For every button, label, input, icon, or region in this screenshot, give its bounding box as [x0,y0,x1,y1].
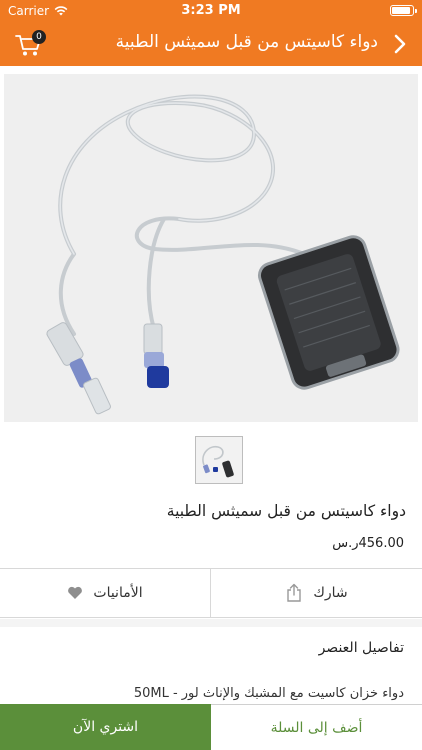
back-button[interactable] [390,32,410,56]
battery-fill [392,7,411,14]
cart-button[interactable]: 0 [14,30,48,58]
status-time: 3:23 PM [181,3,241,18]
cart-count-badge: 0 [32,30,46,44]
page-title: دواء كاسيتس من قبل سميثس الطبية [115,32,378,52]
action-row: الأمانيات شارك [0,568,422,618]
product-thumbnail[interactable] [195,436,243,484]
heart-icon [68,586,83,599]
product-photo [4,74,418,422]
product-image[interactable] [4,74,418,422]
share-icon [287,583,302,602]
nav-bar: 0 دواء كاسيتس من قبل سميثس الطبية [0,22,422,66]
share-label: شارك [313,585,348,601]
section-divider [0,619,422,627]
wishlist-button[interactable]: الأمانيات [0,569,211,617]
buy-now-button[interactable]: اشتري الآن [0,704,211,750]
wishlist-label: الأمانيات [93,585,143,601]
battery-icon [390,5,417,16]
bottom-bar: اشتري الآن أضف إلى السلة [0,704,422,750]
thumbnail-image [196,437,242,483]
item-description: دواء خزان كاسيت مع المشبك والإناث لور - … [133,686,404,701]
share-button[interactable]: شارك [211,569,422,617]
add-to-cart-button[interactable]: أضف إلى السلة [211,704,422,750]
product-name: دواء كاسيتس من قبل سميثس الطبية [166,502,406,520]
item-details-heading: تفاصيل العنصر [318,640,404,656]
product-price: 456.00ر.س [332,536,404,551]
status-bar: Carrier 3:23 PM [0,0,422,22]
chevron-right-icon [394,34,406,54]
